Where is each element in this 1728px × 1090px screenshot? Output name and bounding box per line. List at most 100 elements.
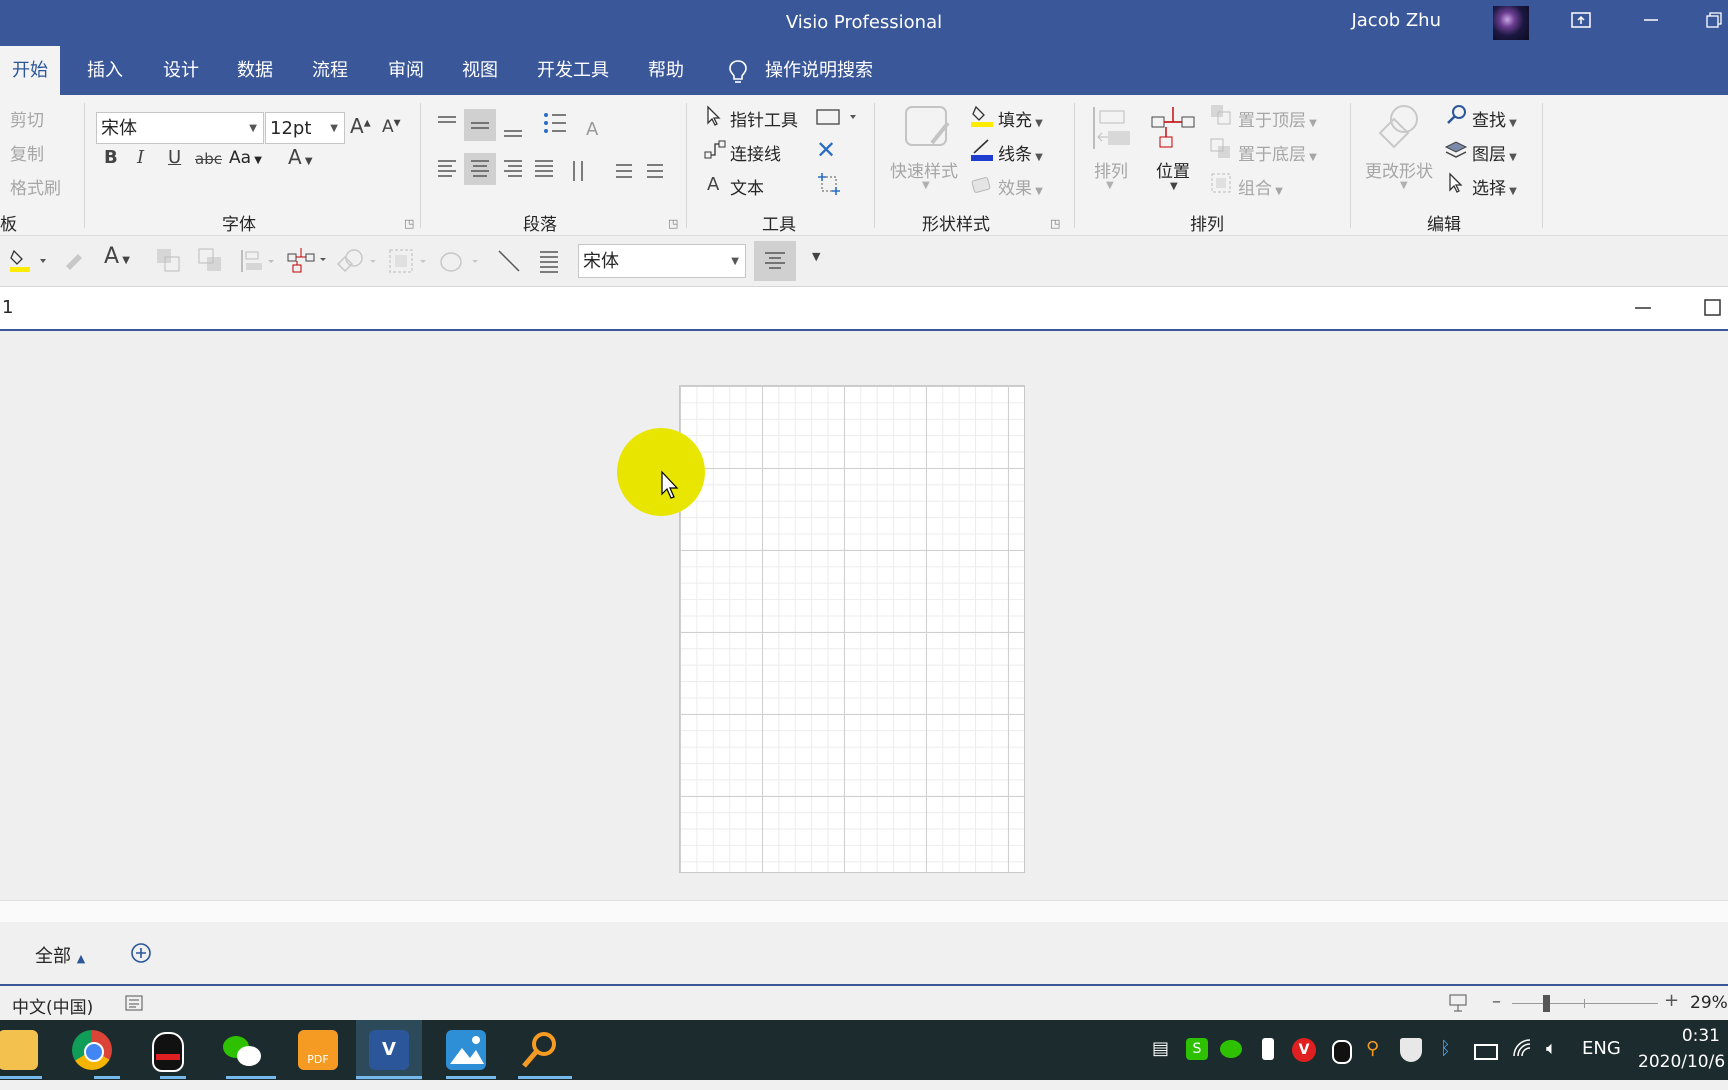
bring-to-front-button[interactable]: 置于顶层 ▼ <box>1238 106 1317 131</box>
cut-button[interactable]: 剪切 <box>10 106 44 131</box>
visio-taskbar-button[interactable]: V <box>356 1020 422 1080</box>
font-color-icon[interactable]: A ▼ <box>288 145 313 169</box>
format-painter-button[interactable]: 格式刷 <box>10 174 61 199</box>
line-mini-icon[interactable] <box>496 248 522 279</box>
add-page-icon[interactable] <box>130 942 152 968</box>
close-x-icon[interactable]: ✕ <box>816 136 836 164</box>
align-middle-icon[interactable] <box>464 109 496 141</box>
bold-icon[interactable]: B <box>104 147 118 168</box>
align-left-icon[interactable] <box>434 153 458 183</box>
change-case-button[interactable]: Aa ▼ <box>229 148 262 168</box>
format-painter-icon[interactable] <box>62 248 86 277</box>
tab-design[interactable]: 设计 <box>151 46 211 95</box>
doc-minimize-icon[interactable] <box>1634 299 1652 321</box>
tray-language[interactable]: ENG <box>1582 1038 1621 1059</box>
italic-icon[interactable]: I <box>137 147 144 168</box>
shrink-font-icon[interactable]: A▼ <box>382 117 401 137</box>
send-backward-icon[interactable] <box>198 248 224 279</box>
zoom-in-button[interactable]: + <box>1664 990 1679 1011</box>
tray-search-icon[interactable]: ⚲ <box>1366 1038 1379 1059</box>
position-button[interactable]: 位置 <box>1156 157 1190 182</box>
pointer-tool-button[interactable]: 指针工具 <box>730 106 798 131</box>
justify-icon[interactable] <box>534 153 558 183</box>
align-bottom-icon[interactable] <box>502 109 526 141</box>
align-top-icon[interactable] <box>434 109 458 133</box>
effects-button[interactable]: 效果 ▼ <box>998 174 1043 199</box>
layers-button[interactable]: 图层 ▼ <box>1472 140 1517 165</box>
zoom-out-button[interactable]: – <box>1492 991 1501 1012</box>
file-explorer-icon[interactable] <box>0 1030 38 1070</box>
font-size-combo[interactable]: 12pt ▼ <box>265 112 345 144</box>
grow-font-icon[interactable]: A▲ <box>350 114 371 138</box>
user-name[interactable]: Jacob Zhu <box>1351 10 1441 31</box>
find-button[interactable]: 查找 ▼ <box>1472 106 1517 131</box>
increase-indent-icon[interactable] <box>644 153 670 183</box>
change-shape-mini-icon[interactable] <box>336 248 378 279</box>
tray-sogou-icon[interactable]: S <box>1186 1038 1208 1060</box>
connector-button[interactable]: 连接线 <box>730 140 781 165</box>
tray-volume-icon[interactable]: 🔈︎ <box>1546 1038 1557 1059</box>
chrome-icon[interactable] <box>72 1030 112 1070</box>
font-dialog-launcher-icon[interactable]: ◳ <box>404 217 414 230</box>
align-shapes-mini-icon[interactable] <box>240 248 276 279</box>
zoom-slider-thumb[interactable] <box>1543 995 1550 1012</box>
select-button[interactable]: 选择 ▼ <box>1472 174 1517 199</box>
macro-status-icon[interactable] <box>124 994 144 1016</box>
search-app-icon[interactable] <box>520 1030 560 1070</box>
rectangle-shape-icon[interactable] <box>816 108 858 131</box>
tray-filmstrip-icon[interactable]: ▤ <box>1152 1038 1169 1059</box>
avatar[interactable] <box>1493 6 1529 40</box>
copy-button[interactable]: 复制 <box>10 140 44 165</box>
ribbon-display-icon[interactable] <box>1566 8 1596 38</box>
text-tool-button[interactable]: 文本 <box>730 174 764 199</box>
drawing-page[interactable] <box>679 385 1025 873</box>
position-mini-icon[interactable] <box>286 246 328 279</box>
ellipse-mini-icon[interactable] <box>438 248 480 279</box>
bullets-icon[interactable] <box>540 109 568 139</box>
quick-styles-button[interactable]: 快速样式 <box>890 157 958 182</box>
connection-point-icon[interactable] <box>816 171 842 202</box>
tray-bluetooth-icon[interactable]: ᛒ <box>1440 1038 1451 1059</box>
underline-icon[interactable]: U <box>168 147 181 168</box>
tab-process[interactable]: 流程 <box>300 46 360 95</box>
restore-icon[interactable] <box>1700 8 1728 38</box>
tray-wechat-icon[interactable] <box>1220 1040 1242 1058</box>
decrease-indent-icon[interactable] <box>612 153 638 183</box>
tell-me-search[interactable]: 操作说明搜索 <box>753 46 885 95</box>
tab-help[interactable]: 帮助 <box>636 46 696 95</box>
tab-insert[interactable]: 插入 <box>75 46 135 95</box>
bring-forward-icon[interactable] <box>156 248 182 279</box>
fill-color-icon[interactable] <box>8 245 50 280</box>
tray-security-icon[interactable] <box>1400 1038 1422 1062</box>
align-center-icon[interactable] <box>464 153 496 185</box>
doc-maximize-icon[interactable] <box>1704 299 1722 321</box>
text-direction-icon[interactable] <box>582 109 606 139</box>
photos-icon[interactable] <box>446 1030 486 1070</box>
shape-styles-dialog-launcher-icon[interactable]: ◳ <box>1050 217 1060 230</box>
tray-device-icon[interactable] <box>1262 1038 1274 1060</box>
tab-review[interactable]: 审阅 <box>376 46 436 95</box>
horizontal-scrollbar[interactable] <box>0 900 1728 924</box>
all-pages-button[interactable]: 全部 ▲ <box>35 942 85 968</box>
tab-view[interactable]: 视图 <box>450 46 510 95</box>
strikethrough-icon[interactable]: abc <box>195 150 222 168</box>
line-button[interactable]: 线条 ▼ <box>998 140 1043 165</box>
tray-antivirus-icon[interactable]: V <box>1292 1038 1316 1062</box>
wechat-icon[interactable] <box>221 1030 261 1070</box>
zoom-slider[interactable] <box>1512 995 1658 1012</box>
tray-qq-icon[interactable] <box>1332 1040 1352 1064</box>
group-button[interactable]: 组合 ▼ <box>1238 174 1283 199</box>
tab-developer[interactable]: 开发工具 <box>525 46 621 95</box>
change-shape-button[interactable]: 更改形状 <box>1365 157 1433 182</box>
tray-time[interactable]: 0:31 <box>1650 1026 1720 1046</box>
zoom-level[interactable]: 29% <box>1690 993 1728 1013</box>
mini-font-combo[interactable]: 宋体 ▼ <box>578 244 746 278</box>
line-spacing-icon[interactable] <box>572 153 598 183</box>
fill-button[interactable]: 填充 ▼ <box>998 106 1043 131</box>
align-right-icon[interactable] <box>502 153 526 183</box>
presentation-mode-icon[interactable] <box>1448 993 1468 1017</box>
tray-wifi-icon[interactable] <box>1512 1038 1534 1063</box>
align-button[interactable]: 排列 <box>1094 157 1128 182</box>
minimize-icon[interactable] <box>1636 8 1666 38</box>
toolbar-overflow-icon[interactable]: ▼ <box>812 250 820 263</box>
